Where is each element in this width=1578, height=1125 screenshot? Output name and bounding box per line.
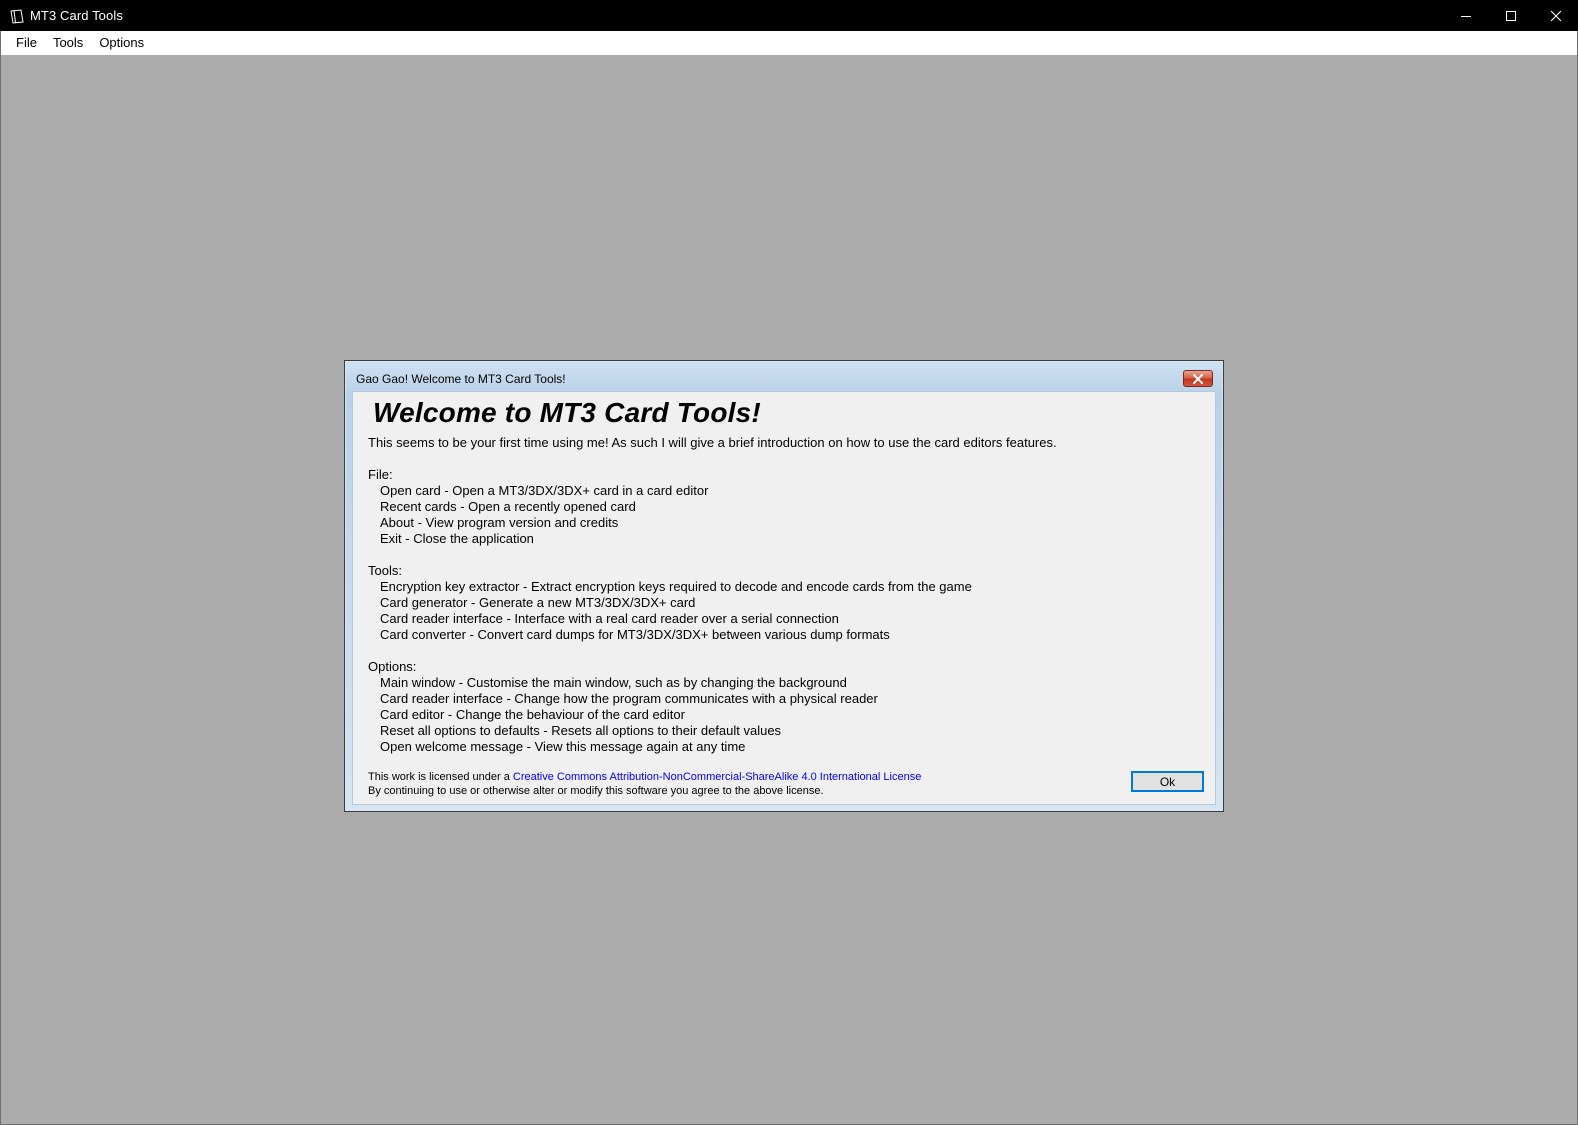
close-icon: [1193, 373, 1203, 384]
maximize-icon: [1505, 10, 1516, 21]
dialog-close-button[interactable]: [1183, 370, 1213, 387]
dialog-title: Gao Gao! Welcome to MT3 Card Tools!: [356, 372, 566, 386]
intro-text: This seems to be your first time using m…: [368, 435, 1057, 450]
welcome-dialog: Gao Gao! Welcome to MT3 Card Tools! Welc…: [344, 360, 1224, 812]
minimize-icon: [1460, 15, 1471, 17]
section-file-title: File:: [368, 467, 393, 482]
menu-tools[interactable]: Tools: [45, 31, 91, 55]
list-item: Open card - Open a MT3/3DX/3DX+ card in …: [380, 483, 709, 498]
list-item: Encryption key extractor - Extract encry…: [380, 579, 972, 594]
section-options-title: Options:: [368, 659, 417, 674]
list-item: Exit - Close the application: [380, 531, 534, 546]
license-link[interactable]: Creative Commons Attribution-NonCommerci…: [513, 771, 921, 783]
list-item: About - View program version and credits: [380, 515, 619, 530]
ok-button[interactable]: Ok: [1131, 771, 1204, 792]
section-tools-title: Tools:: [368, 563, 402, 578]
license-line: This work is licensed under a Creative C…: [368, 770, 921, 784]
close-button[interactable]: [1533, 0, 1578, 31]
window-border-left: [0, 31, 1, 1125]
list-item: Main window - Customise the main window,…: [380, 675, 847, 690]
list-item: Card reader interface - Change how the p…: [380, 691, 878, 706]
list-item: Reset all options to defaults - Resets a…: [380, 723, 782, 738]
card-icon: [8, 7, 26, 25]
list-item: Card editor - Change the behaviour of th…: [380, 707, 685, 722]
list-item: Card converter - Convert card dumps for …: [380, 627, 890, 642]
license-notice: This work is licensed under a Creative C…: [368, 770, 921, 798]
close-icon: [1550, 10, 1561, 21]
list-item: Open welcome message - View this message…: [380, 739, 746, 754]
list-item: Recent cards - Open a recently opened ca…: [380, 499, 636, 514]
welcome-heading: Welcome to MT3 Card Tools!: [373, 397, 761, 428]
menu-file[interactable]: File: [8, 31, 45, 55]
license-note: By continuing to use or otherwise alter …: [368, 785, 824, 797]
window-title: MT3 Card Tools: [30, 8, 123, 23]
feature-list: File: Open card - Open a MT3/3DX/3DX+ ca…: [368, 467, 972, 755]
window-controls: [1443, 0, 1578, 31]
menu-bar: File Tools Options: [1, 31, 1577, 56]
dialog-body: Welcome to MT3 Card Tools! This seems to…: [352, 391, 1216, 805]
window-titlebar[interactable]: MT3 Card Tools: [0, 0, 1578, 31]
maximize-button[interactable]: [1488, 0, 1533, 31]
minimize-button[interactable]: [1443, 0, 1488, 31]
list-item: Card reader interface - Interface with a…: [380, 611, 839, 626]
list-item: Card generator - Generate a new MT3/3DX/…: [380, 595, 696, 610]
menu-options[interactable]: Options: [91, 31, 152, 55]
license-prefix: This work is licensed under a: [368, 771, 513, 783]
